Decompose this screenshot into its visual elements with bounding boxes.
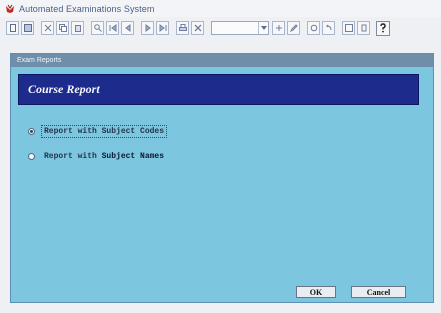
option-label-suffix: Subject Names [101,151,165,161]
help-icon[interactable] [376,20,390,36]
chevron-down-icon[interactable] [258,22,268,34]
option-label-prefix: Report with [44,151,102,161]
radio-subject-codes[interactable] [28,127,35,135]
next-icon[interactable] [141,21,154,35]
cut-icon[interactable] [41,21,54,35]
record-combo[interactable] [211,21,269,35]
app-titlebar: Automated Examinations System [0,0,441,17]
option-subject-codes[interactable]: Report with Subject Codes [28,124,168,138]
option-label-prefix: Report with [44,126,102,136]
delete-icon[interactable] [191,21,204,35]
page-title: Course Report [28,82,100,96]
refresh-icon[interactable] [307,21,320,35]
copy-icon[interactable] [56,21,69,35]
edit-icon[interactable] [287,21,300,35]
app-logo-icon [5,4,15,14]
find-icon[interactable] [91,21,104,35]
app-window: Automated Examinations System Exam Repor… [0,0,441,313]
exam-reports-window: Exam Reports Course Report Report with S… [10,53,434,303]
undo-icon[interactable] [322,21,335,35]
ok-button[interactable]: OK [296,286,336,298]
cancel-button[interactable]: Cancel [351,286,406,298]
paste-icon[interactable] [71,21,84,35]
option-subject-names-label[interactable]: Report with Subject Names [42,151,166,162]
add-icon[interactable] [272,21,285,35]
option-label-suffix: Subject Codes [101,126,165,136]
report-options: Report with Subject Codes Report with Su… [28,124,168,175]
save-icon[interactable] [21,21,34,35]
app-title: Automated Examinations System [19,3,155,14]
first-icon[interactable] [106,21,119,35]
last-icon[interactable] [156,21,169,35]
exit-icon[interactable] [357,21,370,35]
new-icon[interactable] [6,21,19,35]
close-icon[interactable] [342,21,355,35]
option-subject-codes-label[interactable]: Report with Subject Codes [40,124,168,138]
radio-subject-names[interactable] [28,152,35,160]
report-header: Course Report [18,74,419,105]
window-titlebar: Exam Reports [11,54,433,67]
main-toolbar [0,17,441,39]
print-icon[interactable] [176,21,189,35]
option-subject-names[interactable]: Report with Subject Names [28,150,166,162]
prev-icon[interactable] [121,21,134,35]
